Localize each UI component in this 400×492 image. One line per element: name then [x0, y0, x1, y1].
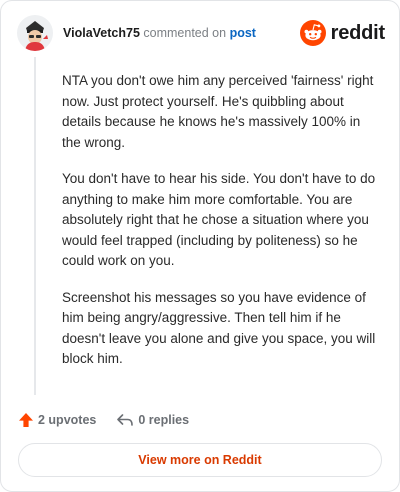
comment-meta: ViolaVetch75 commented on post — [63, 26, 256, 40]
upvote-button[interactable]: 2 upvotes — [18, 412, 96, 428]
post-link[interactable]: post — [230, 26, 256, 40]
thread-line — [34, 57, 36, 395]
username-link[interactable]: ViolaVetch75 — [63, 26, 140, 40]
comment-body: NTA you don't owe him any perceived 'fai… — [62, 71, 380, 386]
upvote-arrow-icon — [19, 413, 33, 427]
reddit-brand[interactable]: reddit — [299, 19, 386, 47]
user-avatar[interactable] — [17, 15, 53, 51]
action-text: commented on — [143, 26, 227, 40]
reply-arrow-icon — [117, 414, 134, 426]
reddit-logo-icon — [299, 20, 326, 46]
upvote-count: 2 upvotes — [38, 413, 97, 427]
reply-count: 0 replies — [138, 413, 190, 427]
brand-wordmark: reddit — [330, 21, 386, 44]
reddit-comment-embed: ViolaVetch75 commented on post reddit NT… — [0, 0, 400, 492]
comment-paragraph: Screenshot his messages so you have evid… — [62, 289, 376, 367]
comment-paragraph: You don't have to hear his side. You don… — [62, 171, 376, 268]
reply-button[interactable]: 0 replies — [116, 412, 189, 428]
view-more-button[interactable]: View more on Reddit — [18, 443, 382, 477]
comment-actions: 2 upvotes 0 replies — [18, 410, 189, 430]
avatar-image — [17, 15, 53, 51]
comment-paragraph: NTA you don't owe him any perceived 'fai… — [62, 73, 374, 150]
comment-header: ViolaVetch75 commented on post reddit — [17, 15, 385, 55]
